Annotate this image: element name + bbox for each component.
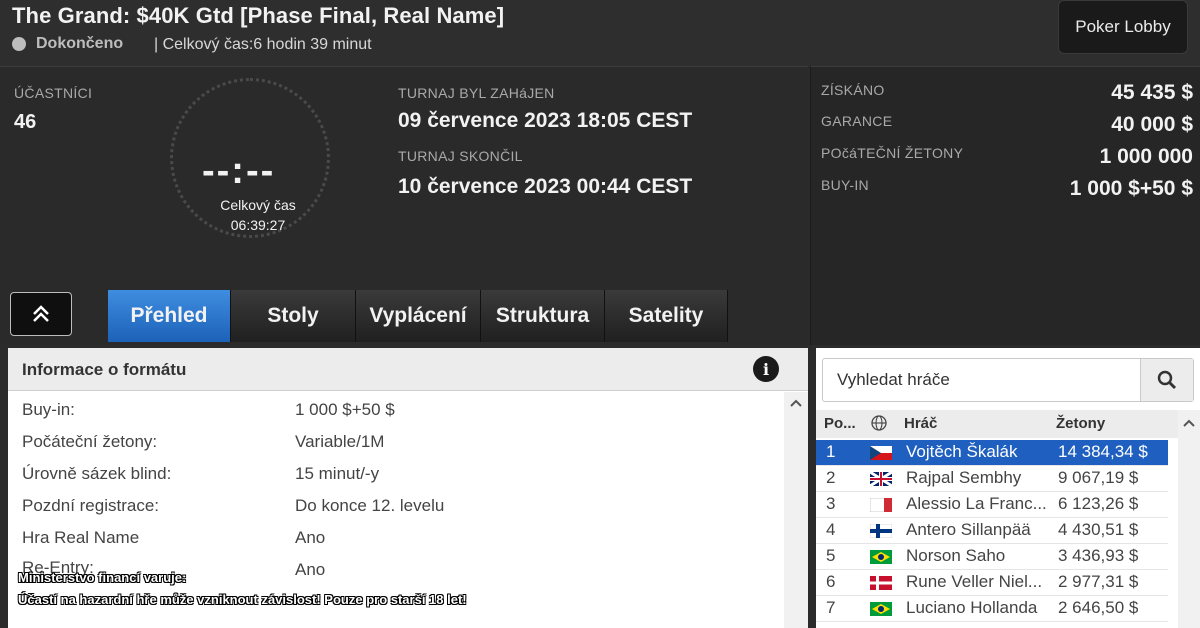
format-row-label: Pozdní registrace: bbox=[22, 496, 160, 515]
participants-label: ÚČASTNÍCI bbox=[14, 85, 93, 101]
globe-icon[interactable] bbox=[870, 414, 888, 436]
search-button[interactable] bbox=[1140, 359, 1193, 401]
player-name: Luciano Hollanda bbox=[906, 598, 1038, 617]
player-name: Rune Veller Niel... bbox=[906, 572, 1043, 591]
tab-overview[interactable]: Přehled bbox=[108, 290, 231, 342]
player-position: 1 bbox=[826, 442, 836, 461]
format-scrollbar[interactable] bbox=[784, 392, 808, 628]
player-row[interactable]: 6 Rune Veller Niel... 2 977,31 $ bbox=[816, 570, 1168, 596]
won-value: 45 435 $ bbox=[1111, 81, 1193, 104]
ended-value: 10 července 2023 00:44 CEST bbox=[398, 175, 693, 198]
format-row-label: Hra Real Name bbox=[22, 528, 140, 547]
buyin-label: BUY-IN bbox=[821, 177, 869, 193]
player-search[interactable]: Vyhledat hráče bbox=[822, 358, 1194, 402]
player-name: Vojtěch Škalák bbox=[906, 442, 1018, 461]
col-player[interactable]: Hráč bbox=[904, 415, 937, 432]
player-chips: 9 067,19 $ bbox=[1058, 468, 1139, 487]
player-position: 7 bbox=[826, 598, 836, 617]
player-row[interactable]: 4 Antero Sillanpää 4 430,51 $ bbox=[816, 518, 1168, 544]
player-row[interactable]: 7 Luciano Hollanda 2 646,50 $ bbox=[816, 596, 1168, 622]
started-label: TURNAJ BYL ZAHáJEN bbox=[398, 85, 555, 101]
player-position: 5 bbox=[826, 546, 836, 565]
player-row[interactable]: 3 Alessio La Franc... 6 123,26 $ bbox=[816, 492, 1168, 518]
started-value: 09 července 2023 18:05 CEST bbox=[398, 109, 693, 132]
player-chips: 4 430,51 $ bbox=[1058, 520, 1139, 539]
player-position: 4 bbox=[826, 520, 836, 539]
status-text: Dokončeno bbox=[36, 35, 124, 52]
player-position: 2 bbox=[826, 468, 836, 487]
format-row-value: Ano bbox=[295, 560, 326, 579]
tournament-title: The Grand: $40K Gtd [Phase Final, Real N… bbox=[12, 3, 505, 28]
format-row-label: Počáteční žetony: bbox=[22, 432, 158, 451]
col-chips[interactable]: Žetony bbox=[1056, 415, 1105, 432]
players-table-header: Po... Hráč Žetony bbox=[816, 410, 1178, 438]
tab-satellites[interactable]: Satelity bbox=[605, 290, 728, 342]
player-chips: 6 123,26 $ bbox=[1058, 494, 1139, 513]
info-icon[interactable]: i bbox=[753, 356, 779, 382]
starting-chips-label: POčáTEČNÍ ŽETONY bbox=[821, 145, 964, 161]
player-row[interactable]: 1 Vojtěch Škalák 14 384,34 $ bbox=[816, 440, 1168, 466]
search-icon bbox=[1157, 370, 1177, 390]
players-scrollbar[interactable] bbox=[1178, 410, 1200, 628]
player-chips: 3 436,93 $ bbox=[1058, 546, 1139, 565]
player-position: 3 bbox=[826, 494, 836, 513]
search-input[interactable]: Vyhledat hráče bbox=[837, 370, 950, 390]
flag-br-icon bbox=[870, 550, 892, 564]
scroll-up-icon[interactable] bbox=[1182, 418, 1196, 428]
format-info-title: Informace o formátu bbox=[22, 360, 187, 379]
tab-payouts[interactable]: Vyplácení bbox=[356, 290, 481, 342]
col-position[interactable]: Po... bbox=[824, 415, 856, 432]
format-row-value: 15 minut/-y bbox=[295, 464, 380, 483]
flag-br-icon bbox=[870, 602, 892, 616]
prize-stats-panel: ZÍSKÁNO 45 435 $ GARANCE 40 000 $ POčáTE… bbox=[810, 66, 1200, 345]
flag-gb-icon bbox=[870, 472, 892, 486]
ended-label: TURNAJ SKONČIL bbox=[398, 148, 523, 164]
player-name: Norson Saho bbox=[906, 546, 1006, 565]
flag-dk-icon bbox=[870, 576, 892, 590]
flag-cz-icon bbox=[870, 446, 892, 460]
tournament-header: The Grand: $40K Gtd [Phase Final, Real N… bbox=[0, 0, 1200, 66]
player-chips: 2 646,50 $ bbox=[1058, 598, 1139, 617]
status-dot-icon bbox=[12, 37, 26, 51]
format-info-panel: Informace o formátu i Buy-in: 1 000 $+50… bbox=[8, 348, 808, 628]
clock-digits: --:-- bbox=[202, 150, 276, 192]
player-row[interactable]: 2 Rajpal Sembhy 9 067,19 $ bbox=[816, 466, 1168, 492]
participants-value: 46 bbox=[14, 111, 37, 133]
format-row-value: 1 000 $+50 $ bbox=[295, 400, 395, 419]
format-info-header: Informace o formátu i bbox=[8, 348, 808, 391]
guarantee-label: GARANCE bbox=[821, 113, 893, 129]
clock-value: 06:39:27 bbox=[230, 217, 286, 233]
players-panel: Vyhledat hráče Po... Hráč Žetony 1 Vojtě… bbox=[816, 348, 1200, 628]
format-row-label: Úrovně sázek blind: bbox=[22, 464, 172, 483]
player-position: 6 bbox=[826, 572, 836, 591]
buyin-value: 1 000 $+50 $ bbox=[1069, 177, 1193, 200]
format-row-value: Do konce 12. levelu bbox=[295, 496, 445, 515]
player-name: Rajpal Sembhy bbox=[906, 468, 1022, 487]
player-row[interactable]: 5 Norson Saho 3 436,93 $ bbox=[816, 544, 1168, 570]
gambling-warning-text: Účastí na hazardní hře může vzniknout zá… bbox=[18, 592, 467, 607]
starting-chips-value: 1 000 000 bbox=[1099, 145, 1193, 168]
scroll-up-icon[interactable] bbox=[789, 398, 803, 408]
tab-tables[interactable]: Stoly bbox=[231, 290, 356, 342]
poker-lobby-button[interactable]: Poker Lobby bbox=[1058, 0, 1188, 54]
clock-label: Celkový čas bbox=[220, 197, 296, 213]
total-time-text: | Celkový čas:6 hodin 39 minut bbox=[154, 36, 372, 53]
player-name: Antero Sillanpää bbox=[906, 520, 1031, 539]
tab-structure[interactable]: Struktura bbox=[481, 290, 605, 342]
player-chips: 14 384,34 $ bbox=[1058, 442, 1148, 461]
guarantee-value: 40 000 $ bbox=[1111, 113, 1193, 136]
double-chevron-up-icon bbox=[33, 305, 49, 322]
won-label: ZÍSKÁNO bbox=[821, 82, 885, 98]
format-row-value: Variable/1M bbox=[295, 432, 385, 451]
player-name: Alessio La Franc... bbox=[906, 494, 1047, 513]
flag-fi-icon bbox=[870, 524, 892, 538]
gambling-warning-title: Ministerstvo financí varuje: bbox=[18, 570, 187, 585]
player-chips: 2 977,31 $ bbox=[1058, 572, 1139, 591]
collapse-button[interactable] bbox=[10, 292, 72, 336]
flag-it-icon bbox=[870, 498, 892, 512]
format-row-value: Ano bbox=[295, 528, 326, 547]
format-row-label: Buy-in: bbox=[22, 400, 75, 419]
